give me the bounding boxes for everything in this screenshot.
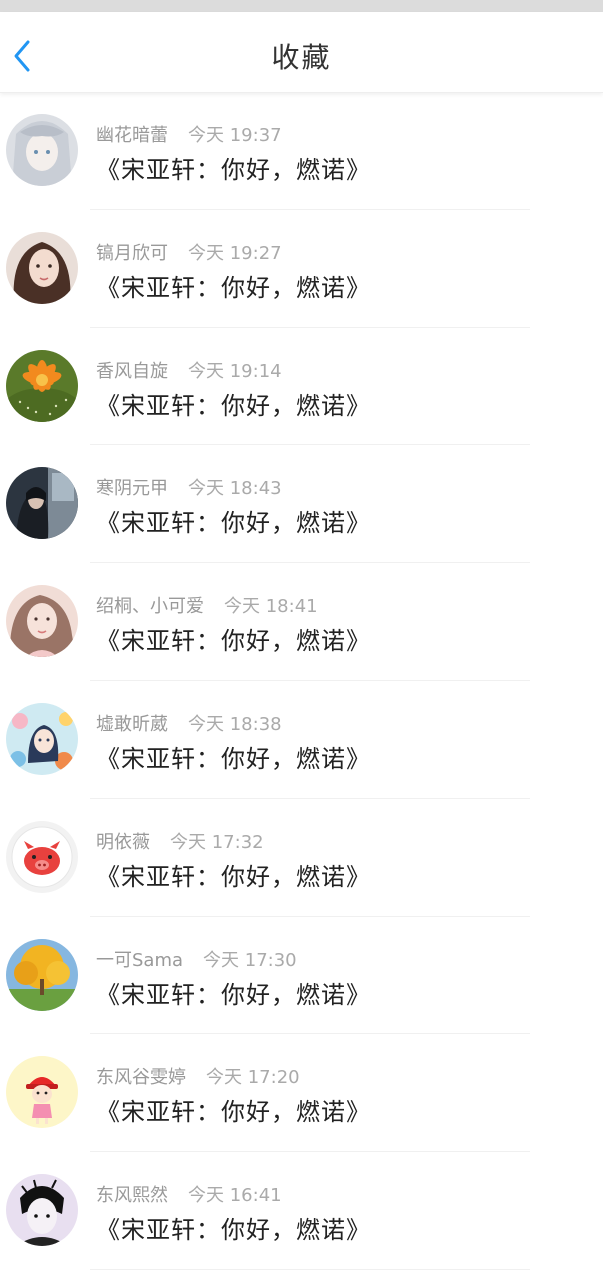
item-meta: 绍桐、小可爱 今天 18:41 [96, 591, 318, 619]
item-meta: 一可Sama 今天 17:30 [96, 945, 297, 973]
list-item[interactable]: 绍桐、小可爱 今天 18:41 《宋亚轩：你好，燃诺》 [0, 563, 603, 681]
timestamp: 今天 18:43 [188, 478, 282, 500]
list-item[interactable]: 东风熙然 今天 16:41 《宋亚轩：你好，燃诺》 [0, 1152, 603, 1270]
timestamp: 今天 19:14 [188, 360, 282, 382]
avatar[interactable] [6, 820, 78, 893]
timestamp: 今天 19:37 [188, 125, 282, 146]
avatar[interactable] [6, 349, 78, 422]
favorites-list: 幽花暗蕾 今天 19:37 《宋亚轩：你好，燃诺》 镐月欣可 今天 19:27 … [0, 92, 603, 1270]
user-name: 墟敢昕葳 [96, 713, 168, 735]
message-text: 《宋亚轩：你好，燃诺》 [96, 1098, 371, 1127]
item-meta: 香风自旋 今天 19:14 [96, 356, 282, 384]
avatar[interactable] [6, 1174, 78, 1247]
item-meta: 明依薇 今天 17:32 [96, 827, 264, 855]
item-meta: 墟敢昕葳 今天 18:38 [96, 709, 282, 737]
item-meta: 幽花暗蕾 今天 19:37 [96, 120, 282, 148]
message-text: 《宋亚轩：你好，燃诺》 [96, 1216, 371, 1245]
status-bar [0, 0, 603, 12]
user-name: 香风自旋 [96, 360, 168, 382]
timestamp: 今天 18:41 [224, 596, 318, 618]
timestamp: 今天 19:27 [188, 242, 282, 264]
message-text: 《宋亚轩：你好，燃诺》 [96, 862, 371, 891]
app-header: 收藏 [0, 12, 603, 93]
list-item[interactable]: 墟敢昕葳 今天 18:38 《宋亚轩：你好，燃诺》 [0, 681, 603, 799]
avatar[interactable] [6, 114, 78, 186]
avatar[interactable] [6, 231, 78, 304]
item-meta: 镐月欣可 今天 19:27 [96, 238, 282, 266]
message-text: 《宋亚轩：你好，燃诺》 [96, 980, 371, 1009]
list-item[interactable]: 镐月欣可 今天 19:27 《宋亚轩：你好，燃诺》 [0, 210, 603, 328]
timestamp: 今天 17:32 [170, 831, 264, 853]
timestamp: 今天 17:20 [206, 1067, 300, 1089]
timestamp: 今天 17:30 [203, 949, 297, 971]
user-name: 明依薇 [96, 831, 150, 853]
timestamp: 今天 16:41 [188, 1185, 282, 1207]
avatar[interactable] [6, 585, 78, 658]
list-item[interactable]: 明依薇 今天 17:32 《宋亚轩：你好，燃诺》 [0, 799, 603, 917]
item-meta: 东风谷雯婷 今天 17:20 [96, 1062, 300, 1090]
avatar[interactable] [6, 702, 78, 775]
message-text: 《宋亚轩：你好，燃诺》 [96, 744, 371, 773]
user-name: 绍桐、小可爱 [96, 596, 204, 618]
avatar[interactable] [6, 467, 78, 540]
message-text: 《宋亚轩：你好，燃诺》 [96, 273, 371, 302]
user-name: 幽花暗蕾 [96, 125, 168, 146]
avatar[interactable] [6, 1056, 78, 1129]
user-name: 东风熙然 [96, 1185, 168, 1207]
timestamp: 今天 18:38 [188, 713, 282, 735]
list-item[interactable]: 东风谷雯婷 今天 17:20 《宋亚轩：你好，燃诺》 [0, 1034, 603, 1153]
message-text: 《宋亚轩：你好，燃诺》 [96, 509, 371, 538]
message-text: 《宋亚轩：你好，燃诺》 [96, 156, 371, 184]
message-text: 《宋亚轩：你好，燃诺》 [96, 391, 371, 420]
user-name: 镐月欣可 [96, 242, 168, 264]
page-title: 收藏 [271, 41, 332, 74]
list-item[interactable]: 一可Sama 今天 17:30 《宋亚轩：你好，燃诺》 [0, 917, 603, 1035]
user-name: 寒阴元甲 [96, 478, 168, 500]
user-name: 东风谷雯婷 [96, 1067, 186, 1089]
item-meta: 寒阴元甲 今天 18:43 [96, 473, 282, 501]
user-name: 一可Sama [96, 949, 184, 971]
message-text: 《宋亚轩：你好，燃诺》 [96, 627, 371, 656]
list-item[interactable]: 幽花暗蕾 今天 19:37 《宋亚轩：你好，燃诺》 [0, 92, 603, 210]
list-item[interactable]: 香风自旋 今天 19:14 《宋亚轩：你好，燃诺》 [0, 328, 603, 446]
list-item[interactable]: 寒阴元甲 今天 18:43 《宋亚轩：你好，燃诺》 [0, 445, 603, 564]
item-meta: 东风熙然 今天 16:41 [96, 1180, 282, 1208]
divider [90, 1268, 530, 1270]
avatar[interactable] [6, 938, 78, 1011]
